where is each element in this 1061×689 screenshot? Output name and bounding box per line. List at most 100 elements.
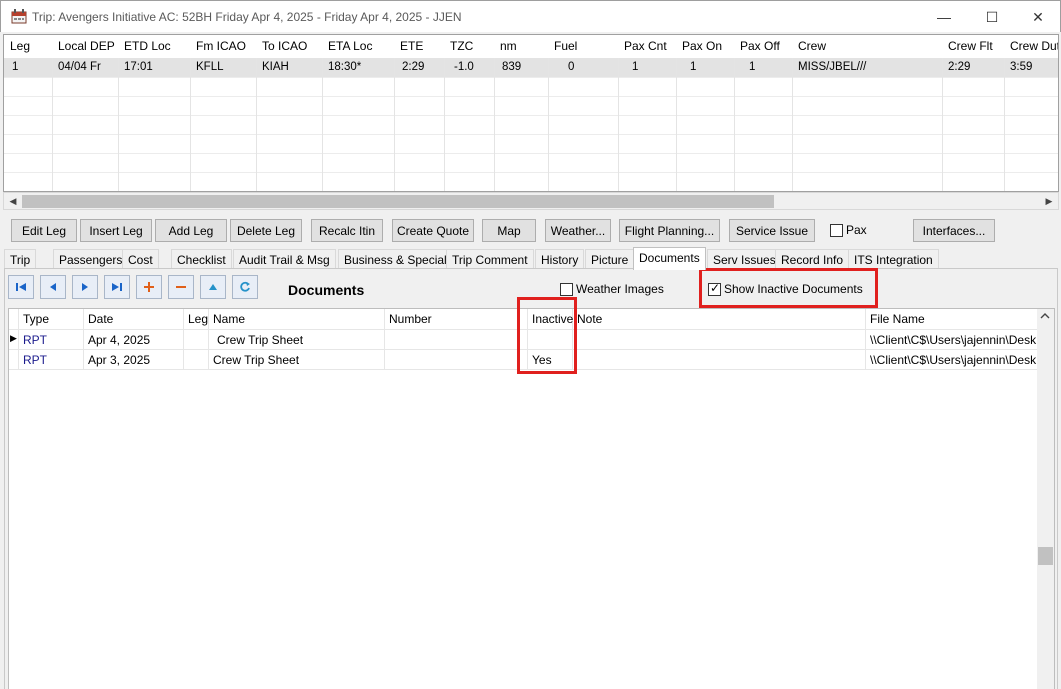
add-leg-button[interactable]: Add Leg — [155, 219, 227, 242]
legs-col-header[interactable]: Fm ICAO — [190, 35, 256, 58]
recalc-itin-button[interactable]: Recalc Itin — [311, 219, 383, 242]
delete-leg-button[interactable]: Delete Leg — [230, 219, 302, 242]
edit-leg-button[interactable]: Edit Leg — [11, 219, 77, 242]
grid-line — [494, 58, 495, 191]
legs-col-header[interactable]: ETD Loc — [118, 35, 189, 58]
tab-its-integration[interactable]: ITS Integration — [848, 249, 939, 269]
prev-record-button[interactable] — [40, 275, 66, 299]
doc-file-name: \\Client\C$\Users\jajennin\Desk — [866, 350, 1039, 370]
grid-line — [734, 58, 735, 191]
legs-grid-header: Leg Local DEP ETD Loc Fm ICAO To ICAO ET… — [4, 35, 1058, 58]
doc-number — [385, 350, 528, 370]
legs-cell: KIAH — [262, 61, 289, 73]
docs-col-header[interactable]: Date — [84, 309, 184, 329]
tab-audit-trail[interactable]: Audit Trail & Msg — [233, 249, 336, 269]
legs-cell: 1 — [632, 61, 639, 73]
legs-row[interactable]: 1 04/04 Fr 17:01 KFLL KIAH 18:30* 2:29 -… — [4, 58, 1058, 77]
legs-grid[interactable]: Leg Local DEP ETD Loc Fm ICAO To ICAO ET… — [3, 34, 1059, 192]
grid-line — [942, 58, 943, 191]
weather-button[interactable]: Weather... — [545, 219, 611, 242]
highlight-inactive-column — [517, 297, 577, 374]
add-record-button[interactable] — [136, 275, 162, 299]
tab-picture[interactable]: Picture — [585, 249, 635, 269]
docs-col-header[interactable]: Name — [209, 309, 385, 329]
legs-cell: 1 — [749, 61, 756, 73]
close-button[interactable]: ✕ — [1015, 1, 1061, 33]
grid-line — [256, 58, 257, 191]
legs-col-header[interactable]: Pax Cnt — [618, 35, 676, 58]
interfaces-button[interactable]: Interfaces... — [913, 219, 995, 242]
scroll-thumb[interactable] — [1038, 547, 1053, 565]
tab-cost[interactable]: Cost — [122, 249, 159, 269]
move-up-button[interactable] — [200, 275, 226, 299]
pax-checkbox[interactable] — [830, 224, 843, 237]
docs-col-header[interactable]: Type — [19, 309, 84, 329]
legs-col-header[interactable]: Local DEP — [52, 35, 118, 58]
legs-col-header[interactable]: Pax On — [676, 35, 734, 58]
minimize-button[interactable]: — — [921, 1, 967, 33]
tab-record-info[interactable]: Record Info — [775, 249, 850, 269]
grid-line — [548, 58, 549, 191]
grid-line — [118, 58, 119, 191]
tab-trip-comment[interactable]: Trip Comment — [446, 249, 534, 269]
tab-history[interactable]: History — [535, 249, 585, 269]
legs-col-header[interactable]: Fuel — [548, 35, 618, 58]
documents-vertical-scrollbar[interactable] — [1037, 309, 1054, 689]
legs-col-header[interactable]: Crew Flt — [942, 35, 1004, 58]
next-record-button[interactable] — [72, 275, 98, 299]
legs-cell: -1.0 — [454, 61, 474, 73]
tab-serv-issues[interactable]: Serv Issues — [707, 249, 782, 269]
legs-cell: 04/04 Fr — [58, 61, 101, 73]
first-record-button[interactable] — [8, 275, 34, 299]
tab-documents[interactable]: Documents — [633, 247, 706, 270]
legs-cell: 2:29 — [402, 61, 425, 73]
refresh-button[interactable] — [232, 275, 258, 299]
legs-col-header[interactable]: Leg — [4, 35, 52, 58]
close-icon: ✕ — [1032, 8, 1044, 25]
legs-col-header[interactable]: Crew Dut — [1004, 35, 1058, 58]
scroll-thumb[interactable] — [22, 195, 774, 208]
legs-horizontal-scrollbar[interactable]: ◀ ▶ — [3, 192, 1059, 210]
legs-cell: 17:01 — [124, 61, 153, 73]
legs-col-header[interactable]: nm — [494, 35, 548, 58]
doc-leg — [184, 350, 209, 370]
tab-passengers[interactable]: Passengers — [53, 249, 129, 269]
remove-record-button[interactable] — [168, 275, 194, 299]
minimize-icon: — — [937, 9, 951, 25]
doc-name: Crew Trip Sheet — [209, 330, 385, 350]
scroll-right-icon[interactable]: ▶ — [1042, 195, 1056, 208]
grid-line — [618, 58, 619, 191]
docs-col-header[interactable]: Leg — [184, 309, 209, 329]
legs-col-header[interactable]: Pax Off — [734, 35, 792, 58]
docs-col-header[interactable]: File Name — [866, 309, 1039, 329]
legs-col-header[interactable]: ETA Loc — [322, 35, 394, 58]
legs-col-header[interactable]: Crew — [792, 35, 942, 58]
scroll-left-icon[interactable]: ◀ — [6, 195, 20, 208]
legs-col-header[interactable]: ETE — [394, 35, 444, 58]
weather-images-label: Weather Images — [576, 282, 664, 296]
tab-business-special[interactable]: Business & Special — [338, 249, 453, 269]
legs-col-header[interactable]: TZC — [444, 35, 494, 58]
flight-planning-button[interactable]: Flight Planning... — [619, 219, 720, 242]
grid-line — [4, 172, 1058, 173]
legs-col-header[interactable]: To ICAO — [256, 35, 322, 58]
weather-images-checkbox[interactable] — [560, 283, 573, 296]
legs-cell: 1 — [12, 61, 19, 73]
service-issue-button[interactable]: Service Issue — [729, 219, 815, 242]
docs-col-header[interactable]: Number — [385, 309, 528, 329]
map-button[interactable]: Map — [482, 219, 536, 242]
scroll-up-icon[interactable] — [1039, 312, 1051, 320]
add-icon — [144, 282, 154, 292]
doc-type: RPT — [19, 330, 84, 350]
last-icon — [112, 283, 122, 291]
doc-name: Crew Trip Sheet — [209, 350, 385, 370]
tab-trip[interactable]: Trip — [4, 249, 37, 269]
maximize-button[interactable]: ☐ — [969, 1, 1015, 33]
tab-checklist[interactable]: Checklist — [171, 249, 232, 269]
last-record-button[interactable] — [104, 275, 130, 299]
docs-col-header[interactable]: Note — [573, 309, 866, 329]
create-quote-button[interactable]: Create Quote — [392, 219, 474, 242]
insert-leg-button[interactable]: Insert Leg — [80, 219, 152, 242]
doc-date: Apr 4, 2025 — [84, 330, 184, 350]
app-icon — [11, 9, 27, 24]
